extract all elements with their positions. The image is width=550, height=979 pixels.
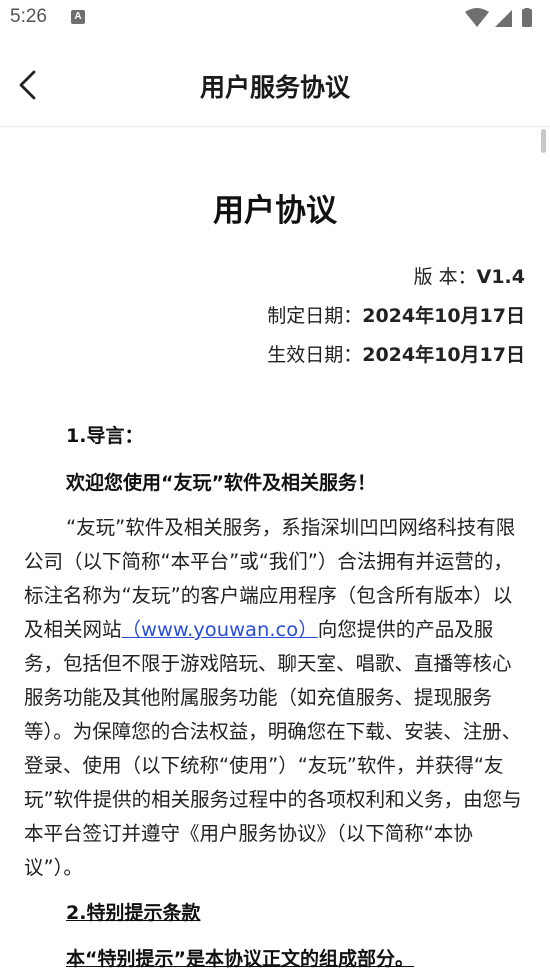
a-icon: A [71,10,85,24]
version-line: 版 本：V1.4 [414,262,525,289]
welcome-heading: 欢迎您使用“友玩”软件及相关服务！ [66,472,376,494]
status-icons [465,8,540,28]
intro-paragraph: “友玩”软件及相关服务，系指深圳凹凹网络科技有限公司（以下简称“本平台”或“我们… [24,511,530,885]
wifi-icon [465,8,489,27]
effective-value: 2024年10月17日 [362,344,525,366]
effective-label: 生效日期： [267,344,363,366]
website-link[interactable]: （www.youwan.co） [122,618,318,641]
section-1-heading: 1.导言： [66,425,144,447]
scrollbar-thumb[interactable] [541,129,546,153]
section-2-heading: 2.特别提示条款 [66,902,201,924]
battery-cap [524,8,530,10]
page-title: 用户服务协议 [199,73,350,102]
status-bar: 5:26 A [0,0,550,38]
document-content[interactable]: 用户协议 版 本：V1.4 制定日期：2024年10月17日 生效日期：2024… [0,127,550,979]
battery-icon [522,9,532,27]
document-title: 用户协议 [213,193,337,229]
intro-text-after-link: 向您提供的产品及服务，包括但不限于游戏陪玩、聊天室、唱歌、直播等核心服务功能及其… [24,618,522,879]
a-icon-glyph: A [74,11,82,22]
app-header: 用户服务协议 [0,38,550,127]
status-time: 5:26 [10,6,47,27]
status-icons-svg [465,8,532,27]
version-label: 版 本： [413,266,477,288]
established-value: 2024年10月17日 [362,305,525,327]
effective-date-line: 生效日期：2024年10月17日 [267,340,525,367]
established-label: 制定日期： [267,305,363,327]
version-value: V1.4 [476,266,525,288]
section-2-intro: 本“特别提示”是本协议正文的组成部分。 [66,948,414,970]
established-date-line: 制定日期：2024年10月17日 [267,301,525,328]
signal-icon [495,10,512,27]
